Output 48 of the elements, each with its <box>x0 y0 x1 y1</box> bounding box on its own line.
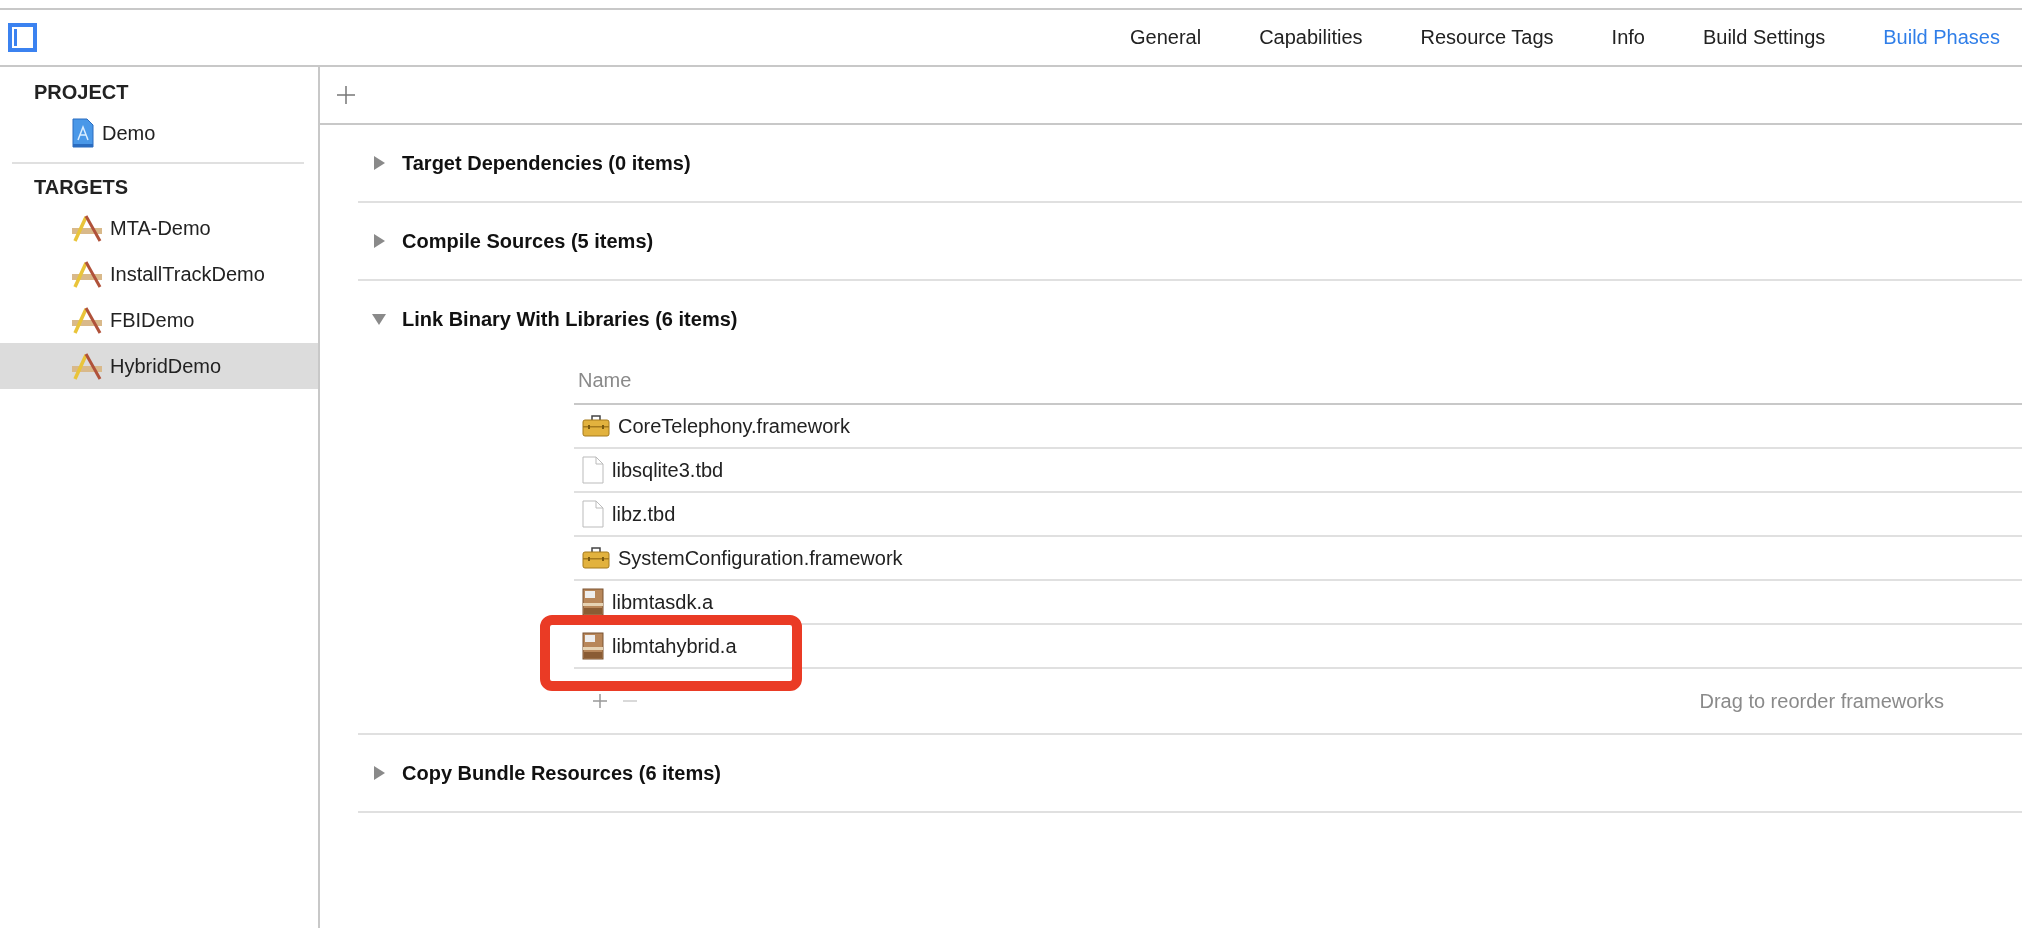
sidebar-toggle-icon[interactable] <box>8 23 37 52</box>
phase-header[interactable]: Link Binary With Libraries (6 items) <box>358 281 2022 357</box>
tab[interactable]: Capabilities <box>1259 26 1363 49</box>
tab[interactable]: General <box>1130 26 1202 49</box>
disclosure-triangle-icon[interactable] <box>372 766 386 780</box>
phase-header[interactable]: Target Dependencies (0 items) <box>358 125 2022 201</box>
add-icon[interactable] <box>592 693 608 709</box>
disclosure-triangle-icon[interactable] <box>372 156 386 170</box>
library-name: SystemConfiguration.framework <box>618 546 903 570</box>
library-name: libmtahybrid.a <box>612 634 737 658</box>
archive-icon <box>582 588 604 616</box>
toolbox-icon <box>582 415 610 437</box>
app-target-icon <box>72 259 102 289</box>
sidebar-item[interactable]: HybridDemo <box>0 343 318 389</box>
library-name: libsqlite3.tbd <box>612 458 724 482</box>
tab[interactable]: Resource Tags <box>1420 26 1554 49</box>
phase-header[interactable]: Copy Bundle Resources (6 items) <box>358 735 2022 811</box>
library-row[interactable]: libmtasdk.a <box>574 581 2022 625</box>
library-row[interactable]: libsqlite3.tbd <box>574 449 2022 493</box>
app-target-icon <box>72 213 102 243</box>
blank-file-icon <box>582 456 604 484</box>
library-row[interactable]: libmtahybrid.a <box>574 625 2022 669</box>
sidebar-item[interactable]: MTA-Demo <box>0 205 318 251</box>
blank-file-icon <box>582 500 604 528</box>
library-row[interactable]: SystemConfiguration.framework <box>574 537 2022 581</box>
library-row[interactable]: libz.tbd <box>574 493 2022 537</box>
library-name: libmtasdk.a <box>612 590 714 614</box>
sidebar-heading: PROJECT <box>33 80 130 105</box>
sidebar-item[interactable]: Demo <box>0 110 318 156</box>
add-icon[interactable] <box>336 85 356 105</box>
app-target-icon <box>72 351 102 381</box>
sidebar-item[interactable]: FBIDemo <box>0 297 318 343</box>
library-row[interactable]: CoreTelephony.framework <box>574 405 2022 449</box>
disclosure-triangle-icon[interactable] <box>372 234 386 248</box>
drag-hint: Drag to reorder frameworks <box>1699 689 1944 713</box>
archive-icon <box>582 632 604 660</box>
app-target-icon <box>72 305 102 335</box>
project-file-icon <box>72 118 94 148</box>
sidebar-heading: TARGETS <box>33 175 130 200</box>
library-name: CoreTelephony.framework <box>618 414 850 438</box>
tab[interactable]: Build Phases <box>1883 26 2000 49</box>
toolbox-icon <box>582 547 610 569</box>
library-name: libz.tbd <box>612 502 676 526</box>
tab[interactable]: Info <box>1611 26 1645 49</box>
disclosure-triangle-icon[interactable] <box>372 312 386 326</box>
tab[interactable]: Build Settings <box>1702 26 1826 49</box>
phase-header[interactable]: Compile Sources (5 items) <box>358 203 2022 279</box>
sidebar-item[interactable]: InstallTrackDemo <box>0 251 318 297</box>
